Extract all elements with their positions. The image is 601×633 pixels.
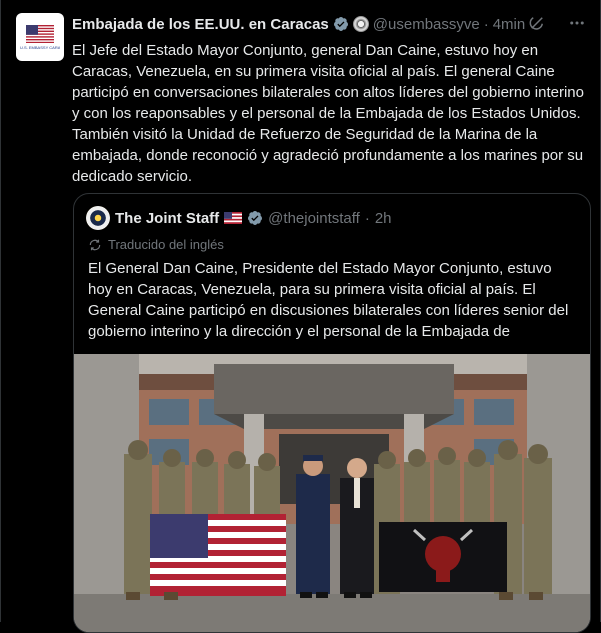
tweet[interactable]: U.S. EMBASSY CARACAS Embajada de los EE.… xyxy=(0,0,601,633)
translate-icon xyxy=(89,239,101,250)
translated-label: Traducido del inglés xyxy=(108,237,224,252)
quote-author-handle[interactable]: @thejointstaff xyxy=(268,210,360,227)
us-flag-emoji-icon xyxy=(224,212,243,224)
embassy-avatar[interactable]: U.S. EMBASSY CARACAS xyxy=(16,13,64,61)
tweet-photo[interactable] xyxy=(74,354,590,632)
verified-badge-icon xyxy=(248,211,263,225)
tweet-text: El Jefe del Estado Mayor Conjunto, gener… xyxy=(72,42,584,185)
timestamp[interactable]: 4min xyxy=(493,16,526,33)
verified-badge-icon xyxy=(333,17,348,31)
joint-staff-avatar[interactable] xyxy=(86,206,110,230)
grok-icon[interactable] xyxy=(528,14,546,32)
translated-notice[interactable]: Traducido del inglés xyxy=(88,237,224,252)
us-flag-icon xyxy=(26,25,54,43)
author-handle[interactable]: @usembassyve xyxy=(373,16,480,33)
quote-timestamp[interactable]: 2h xyxy=(375,210,392,227)
tweet-actions-top xyxy=(528,14,586,32)
tweet-header: Embajada de los EE.UU. en Caracas @usemb… xyxy=(72,13,525,35)
quote-header: The Joint Staff @thejointstaff · 2h xyxy=(86,205,392,231)
quoted-tweet[interactable]: The Joint Staff @thejointstaff · 2h Trad… xyxy=(73,193,591,633)
quote-text: El General Dan Caine, Presidente del Est… xyxy=(88,260,569,340)
quote-author-name[interactable]: The Joint Staff xyxy=(115,210,219,227)
separator: · xyxy=(364,209,370,227)
separator: · xyxy=(483,15,489,33)
more-options-icon[interactable] xyxy=(568,14,586,32)
author-name[interactable]: Embajada de los EE.UU. en Caracas xyxy=(72,16,329,33)
avatar-caption: U.S. EMBASSY CARACAS xyxy=(20,45,60,50)
embassy-seal-icon xyxy=(352,16,369,32)
